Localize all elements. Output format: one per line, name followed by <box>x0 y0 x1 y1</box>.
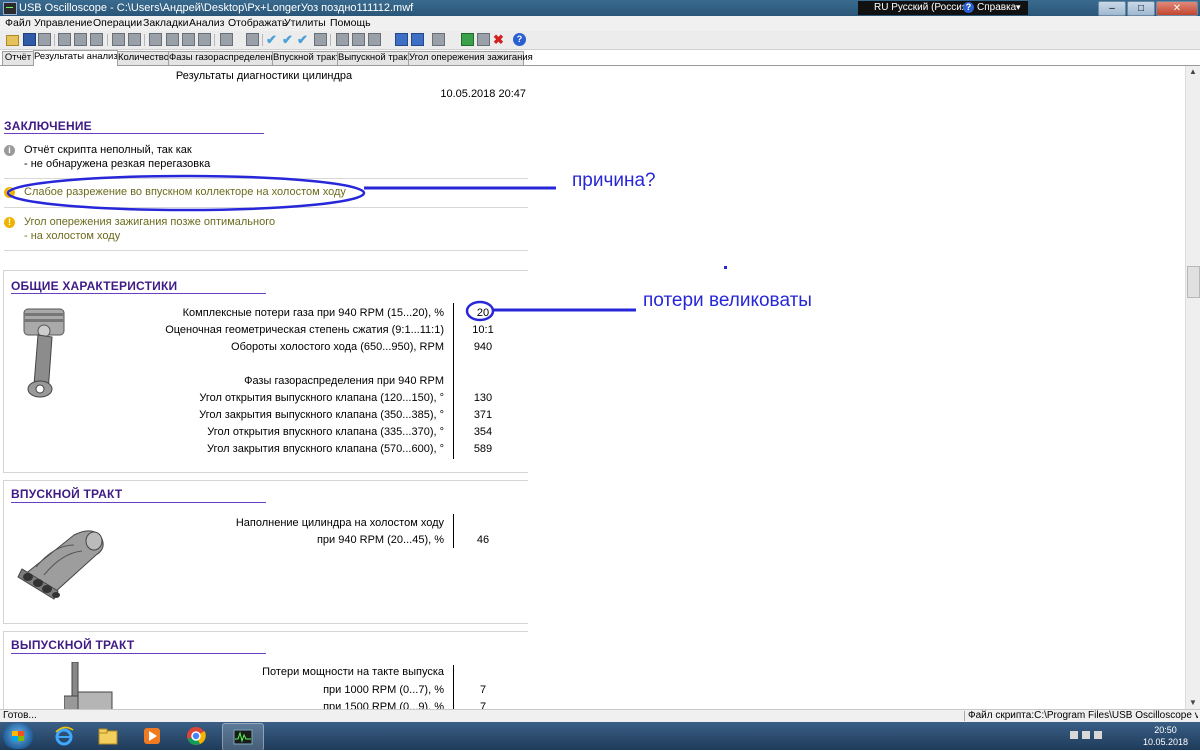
taskbar-media-player[interactable] <box>132 723 172 749</box>
annotation-reason: причина? <box>572 170 656 191</box>
chrome-icon <box>187 727 206 745</box>
oscilloscope-icon <box>233 729 253 745</box>
taskbar-explorer[interactable] <box>88 723 128 749</box>
status-text: Готов... <box>3 710 37 721</box>
annotation-losses: потери великоваты <box>643 290 812 311</box>
tray-flag-icon[interactable] <box>1070 731 1078 739</box>
folder-icon <box>98 728 118 745</box>
clock-time: 20:50 <box>1154 725 1177 735</box>
taskbar-usb-oscilloscope[interactable] <box>222 723 264 751</box>
taskbar: 20:50 10.05.2018 <box>0 722 1200 751</box>
start-button[interactable] <box>3 723 33 749</box>
tray-network-icon[interactable] <box>1082 731 1090 739</box>
clock-date: 10.05.2018 <box>1142 737 1188 747</box>
status-bar: Готов... Файл скрипта:C:\Program Files\U… <box>0 709 1200 722</box>
clock[interactable]: 20:50 10.05.2018 <box>1143 724 1188 748</box>
tray-volume-icon[interactable] <box>1094 731 1102 739</box>
annotation-overlay <box>6 174 727 322</box>
internet-explorer-icon <box>55 726 74 746</box>
taskbar-chrome[interactable] <box>176 723 216 749</box>
annotation-ellipse-losses <box>465 300 495 322</box>
annotation-ellipse-reason <box>6 174 366 212</box>
script-file-status: Файл скрипта:C:\Program Files\USB Oscill… <box>968 710 1198 721</box>
media-player-icon <box>144 728 160 744</box>
taskbar-ie[interactable] <box>44 723 84 749</box>
system-tray: 20:50 10.05.2018 <box>1070 722 1200 750</box>
annotation-dot <box>724 266 727 269</box>
